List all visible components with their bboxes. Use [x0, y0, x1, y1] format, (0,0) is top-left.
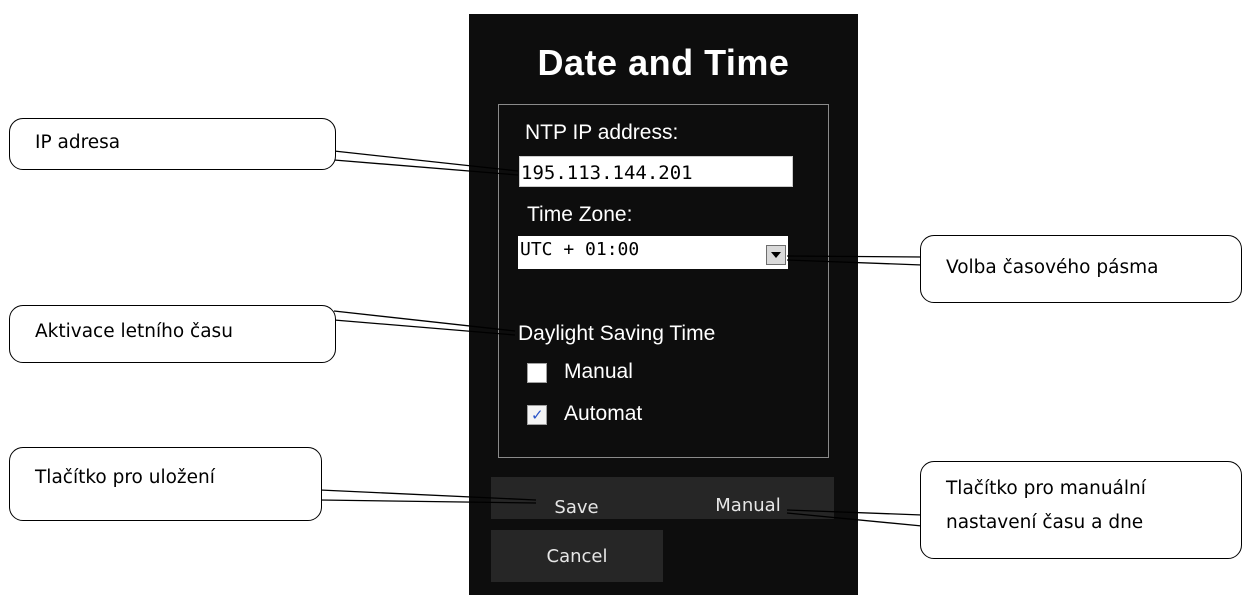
automat-option-label: Automat — [564, 402, 643, 425]
triangle-down-icon — [771, 252, 781, 258]
manual-checkbox[interactable] — [527, 363, 547, 383]
callout-timezone: Volba časového pásma — [920, 235, 1242, 303]
manual-option-label: Manual — [564, 360, 633, 383]
callout-manual: Tlačítko pro manuální nastavení času a d… — [920, 461, 1242, 559]
ntp-label: NTP IP address: — [525, 121, 679, 144]
check-icon: ✓ — [531, 406, 544, 424]
callout-manual-line2: nastavení času a dne — [946, 512, 1144, 533]
save-button[interactable]: Save — [491, 477, 662, 519]
timezone-label: Time Zone: — [527, 203, 633, 226]
callout-save-text: Tlačítko pro uložení — [35, 467, 215, 488]
timezone-value: UTC + 01:00 — [520, 239, 640, 260]
callout-ip-address: IP adresa — [9, 118, 336, 170]
callout-dst-text: Aktivace letního času — [35, 321, 233, 342]
ntp-ip-input[interactable] — [519, 156, 793, 187]
callout-save: Tlačítko pro uložení — [9, 447, 322, 521]
timezone-select[interactable]: UTC + 01:00 — [518, 236, 788, 269]
callout-timezone-text: Volba časového pásma — [946, 257, 1159, 278]
callout-manual-line1: Tlačítko pro manuální — [946, 478, 1146, 499]
manual-time-button[interactable]: Manual — [662, 477, 834, 519]
dialog-title: Date and Time — [537, 42, 790, 83]
dst-label: Daylight Saving Time — [518, 322, 716, 345]
dropdown-arrow-button[interactable] — [766, 245, 786, 265]
date-time-panel: Date and Time NTP IP address: Time Zone:… — [469, 14, 858, 595]
automat-checkbox[interactable]: ✓ — [527, 405, 547, 425]
callout-ip-text: IP adresa — [35, 132, 121, 153]
callout-dst: Aktivace letního času — [9, 305, 336, 363]
cancel-button[interactable]: Cancel — [491, 530, 663, 582]
